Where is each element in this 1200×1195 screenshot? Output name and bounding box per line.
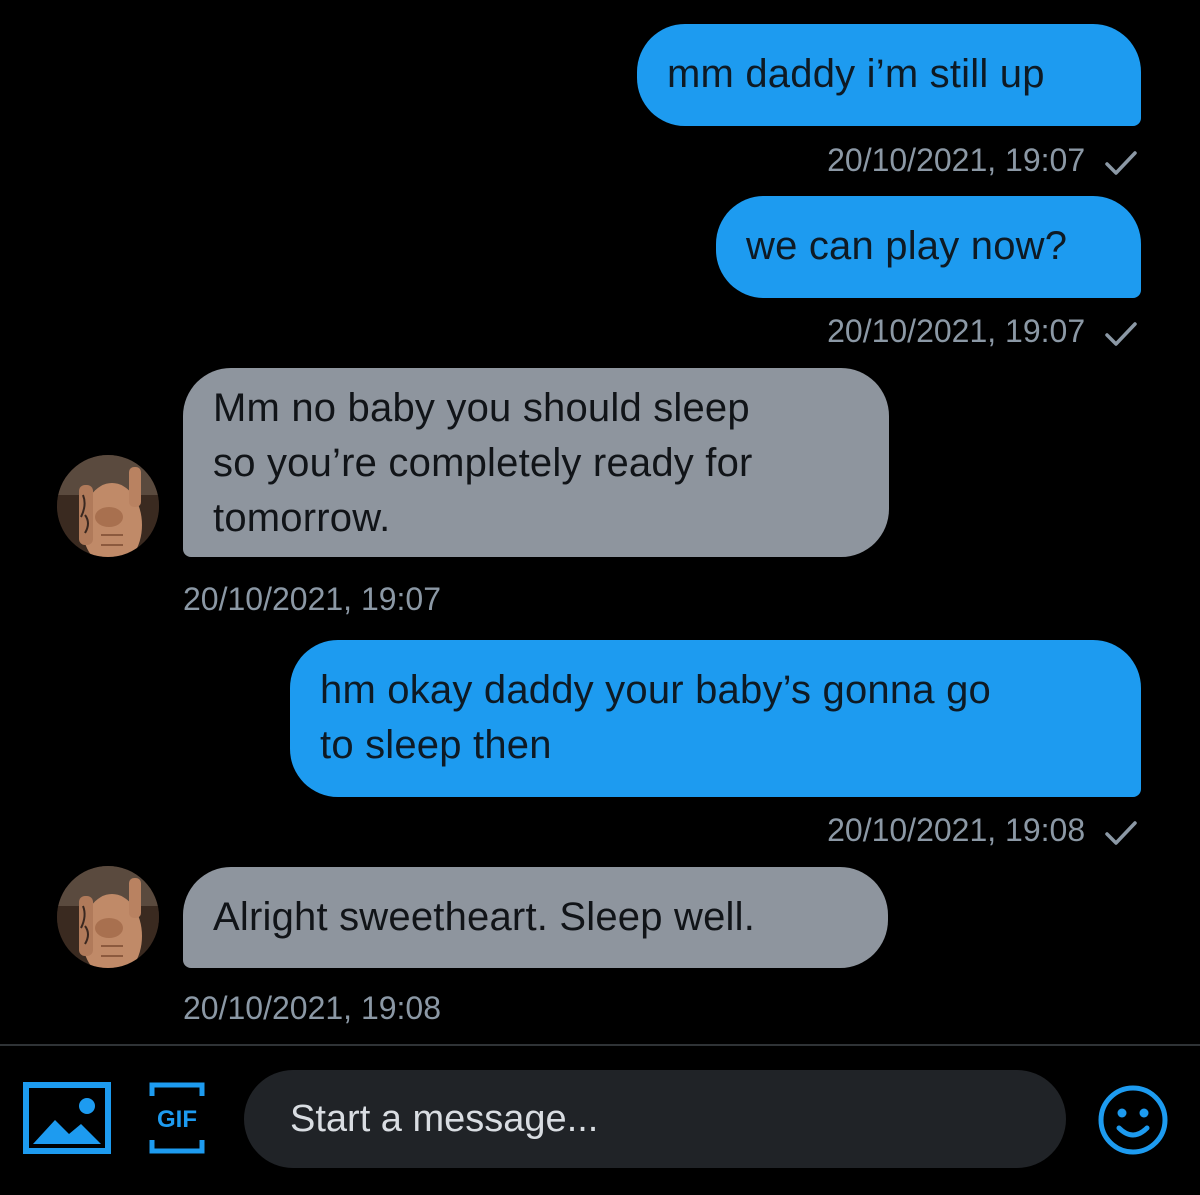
message-text: we can play now? [746,224,1068,268]
received-message-bubble[interactable]: Mm no baby you should sleep so you’re co… [183,368,889,557]
message-input[interactable]: Start a message... [244,1070,1066,1168]
image-icon[interactable] [23,1082,111,1154]
message-timestamp: 20/10/2021, 19:07 [827,142,1138,179]
sent-message-bubble[interactable]: hm okay daddy your baby’s gonna go to sl… [290,640,1141,797]
sent-message-bubble[interactable]: mm daddy i’m still up [637,24,1141,126]
check-icon [1105,820,1137,845]
avatar-photo [57,866,159,968]
avatar-photo [57,455,159,557]
gif-icon[interactable]: GIF [149,1082,205,1154]
message-text: mm daddy i’m still up [667,52,1045,96]
message-text-line: Mm no baby you should sleep [213,386,750,430]
check-icon [1105,150,1137,175]
message-composer: GIF Start a message... [0,1046,1200,1195]
emoji-icon[interactable] [1097,1084,1169,1156]
message-timestamp: 20/10/2021, 19:07 [827,313,1138,350]
message-text-line: hm okay daddy your baby’s gonna go [320,668,991,712]
contact-avatar[interactable] [57,455,159,557]
gif-label: GIF [157,1106,197,1133]
message-text-line: so you’re completely ready for [213,441,753,485]
message-timestamp: 20/10/2021, 19:08 [827,812,1138,849]
received-message-bubble[interactable]: Alright sweetheart. Sleep well. [183,867,888,968]
message-input-placeholder: Start a message... [290,1098,599,1140]
message-thread: mm daddy i’m still up 20/10/2021, 19:07 … [0,0,1200,1044]
contact-avatar[interactable] [57,866,159,968]
message-timestamp: 20/10/2021, 19:08 [183,990,442,1026]
message-text-line: tomorrow. [213,496,391,540]
message-text: Alright sweetheart. Sleep well. [213,895,756,939]
message-text-line: to sleep then [320,723,552,767]
check-icon [1105,321,1137,346]
sent-message-bubble[interactable]: we can play now? [716,196,1141,298]
message-timestamp: 20/10/2021, 19:07 [183,581,442,617]
